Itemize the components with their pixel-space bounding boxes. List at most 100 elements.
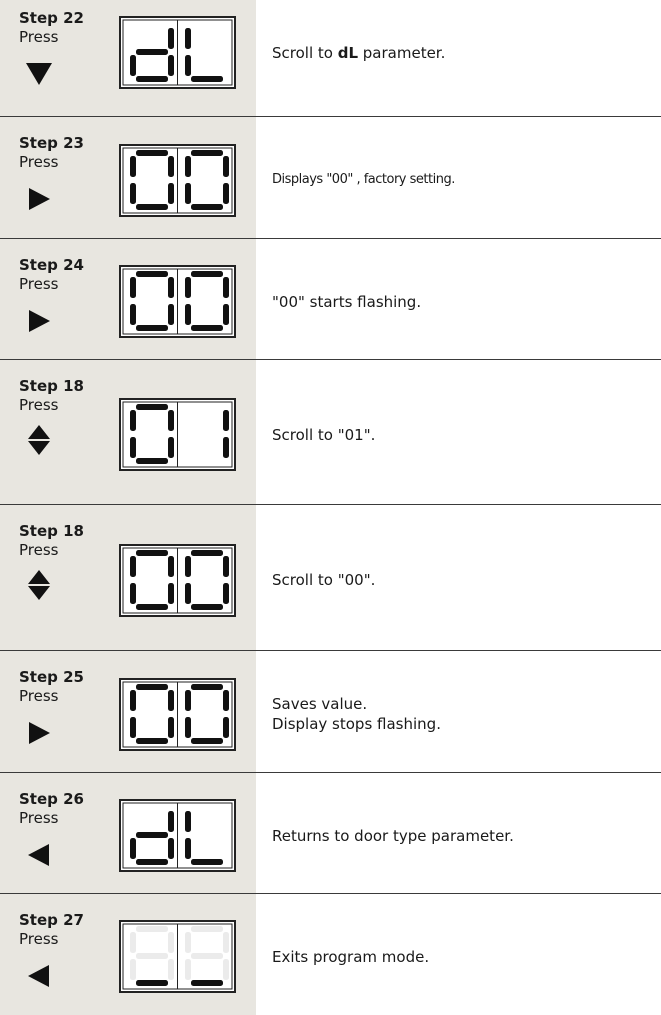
segment-b xyxy=(168,156,174,177)
segment-c xyxy=(168,583,174,604)
description-text: Display stops flashing. xyxy=(272,715,441,733)
segment-b xyxy=(168,811,174,832)
segment-b xyxy=(168,556,174,577)
segment-a xyxy=(136,404,168,410)
description-text: Returns to door type parameter. xyxy=(272,827,514,845)
segment-g xyxy=(191,953,223,959)
press-label: Press xyxy=(19,153,59,171)
press-label: Press xyxy=(19,275,59,293)
segment-d xyxy=(191,980,223,986)
segment-display xyxy=(119,799,236,872)
segment-e xyxy=(130,959,136,980)
segment-b xyxy=(223,277,229,298)
segment-a xyxy=(136,684,168,690)
segment-e xyxy=(130,838,136,859)
step-row: Step 27 Press Exits program mode. xyxy=(0,894,661,1015)
segment-e xyxy=(130,55,136,76)
row-divider xyxy=(0,650,661,651)
press-label: Press xyxy=(19,687,59,705)
segment-display xyxy=(119,678,236,751)
segment-e xyxy=(130,583,136,604)
segment-e xyxy=(185,717,191,738)
step-description: "00" starts flashing. xyxy=(272,292,652,312)
segment-d xyxy=(136,604,168,610)
step-label: Step 25 xyxy=(19,668,84,686)
segment-b xyxy=(168,410,174,431)
step-description: Scroll to "01". xyxy=(272,425,652,445)
segment-c xyxy=(168,55,174,76)
segment-a xyxy=(191,926,223,932)
segment-c xyxy=(168,959,174,980)
description-line: Display stops flashing. xyxy=(272,714,652,734)
row-divider xyxy=(0,504,661,505)
segment-b xyxy=(168,690,174,711)
description-line: "00" starts flashing. xyxy=(272,292,652,312)
step-description: Scroll to "00". xyxy=(272,570,652,590)
segment-f xyxy=(130,410,136,431)
segment-a xyxy=(191,271,223,277)
step-label: Step 18 xyxy=(19,522,84,540)
segment-e xyxy=(185,304,191,325)
row-divider xyxy=(0,116,661,117)
segment-c xyxy=(168,304,174,325)
description-text: Scroll to "00". xyxy=(272,571,376,589)
segment-d xyxy=(191,325,223,331)
segment-b xyxy=(168,277,174,298)
segment-c xyxy=(168,437,174,458)
step-label: Step 24 xyxy=(19,256,84,274)
segment-b xyxy=(223,556,229,577)
segment-d xyxy=(136,76,168,82)
segment-f xyxy=(130,277,136,298)
segment-g xyxy=(136,49,168,55)
description-text: Scroll to "01". xyxy=(272,426,376,444)
segment-b xyxy=(223,410,229,431)
segment-b xyxy=(168,28,174,49)
segment-c xyxy=(223,183,229,204)
segment-c xyxy=(223,437,229,458)
description-line: Displays "00" , factory setting. xyxy=(272,170,652,190)
step-description: Saves value. Display stops flashing. xyxy=(272,694,652,734)
right-arrow-icon xyxy=(26,718,52,762)
segment-c xyxy=(223,717,229,738)
segment-display xyxy=(119,265,236,338)
segment-display xyxy=(119,920,236,993)
segment-e xyxy=(185,583,191,604)
segment-f xyxy=(185,690,191,711)
description-line: Saves value. xyxy=(272,694,652,714)
step-description: Returns to door type parameter. xyxy=(272,826,652,846)
segment-d xyxy=(191,204,223,210)
description-line: Scroll to dL parameter. xyxy=(272,43,652,63)
segment-a xyxy=(191,684,223,690)
segment-d xyxy=(136,325,168,331)
press-label: Press xyxy=(19,809,59,827)
step-row: Step 24 Press "00" starts flashing. xyxy=(0,239,661,360)
segment-f xyxy=(185,811,191,832)
segment-c xyxy=(223,304,229,325)
segment-g xyxy=(136,953,168,959)
segment-c xyxy=(168,838,174,859)
segment-b xyxy=(223,932,229,953)
segment-f xyxy=(130,556,136,577)
step-row: Step 26 Press Returns to door type paramet… xyxy=(0,773,661,894)
segment-f xyxy=(130,156,136,177)
segment-c xyxy=(168,717,174,738)
description-line: Scroll to "01". xyxy=(272,425,652,445)
segment-b xyxy=(223,156,229,177)
segment-e xyxy=(185,55,191,76)
step-row: Step 23 Press Displays "00" , factory sett… xyxy=(0,117,661,239)
step-row: Step 25 Press Saves value. Display stops fl… xyxy=(0,651,661,773)
description-text: Saves value. xyxy=(272,695,368,713)
step-row: Step 18 Press Scroll to "01". xyxy=(0,360,661,505)
step-label: Step 18 xyxy=(19,377,84,395)
right-arrow-icon xyxy=(26,184,52,228)
description-text: "00" starts flashing. xyxy=(272,293,422,311)
left-arrow-icon xyxy=(26,961,52,1005)
segment-d xyxy=(136,738,168,744)
segment-e xyxy=(130,183,136,204)
down-arrow-icon xyxy=(26,59,52,103)
segment-d xyxy=(191,604,223,610)
segment-f xyxy=(130,690,136,711)
segment-e xyxy=(130,437,136,458)
segment-b xyxy=(168,932,174,953)
press-label: Press xyxy=(19,541,59,559)
